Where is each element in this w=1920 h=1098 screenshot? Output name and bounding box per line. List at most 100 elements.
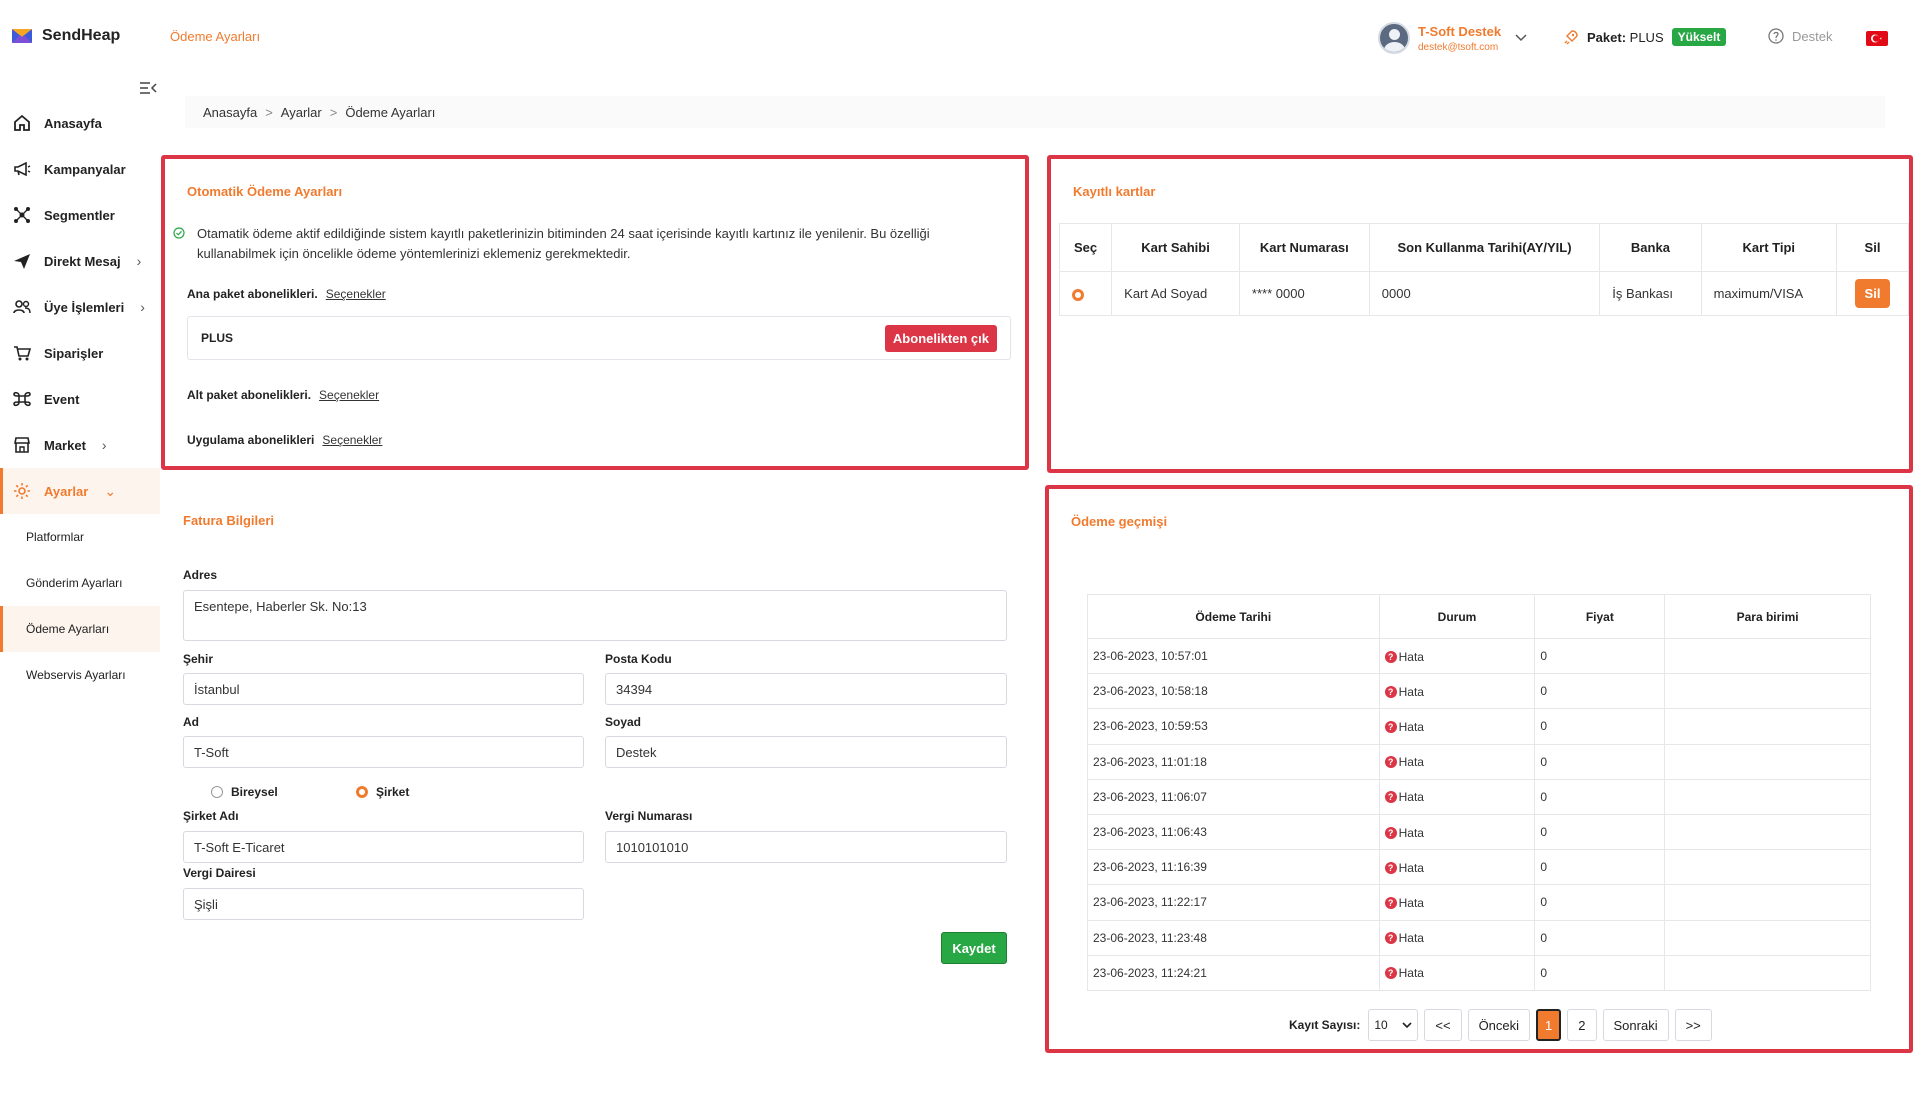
save-button[interactable]: Kaydet [941,932,1007,964]
table-header-row: Seç Kart Sahibi Kart Numarası Son Kullan… [1058,223,1910,272]
payment-price: 0 [1534,637,1666,675]
check-circle-icon [173,225,185,264]
sidebar-item-market[interactable]: Market › [0,422,160,468]
sidebar-item-anasayfa[interactable]: Anasayfa [0,100,160,146]
payment-date: 23-06-2023, 11:23:48 [1087,919,1380,956]
support-link[interactable]: Destek [1768,28,1832,44]
individual-radio-option[interactable]: Bireysel [211,785,278,799]
city-label: Şehir [183,652,214,666]
record-count-select[interactable]: 10 [1368,1009,1419,1041]
payment-currency [1664,849,1871,886]
network-icon [14,207,30,223]
address-label: Adres [183,568,218,582]
payment-status: ? Hata [1378,637,1536,675]
column-header: Son Kullanma Tarihi(AY/YIL) [1368,223,1601,272]
payment-price: 0 [1534,743,1666,780]
support-label: Destek [1792,28,1833,44]
sidebar-collapse-icon[interactable] [138,80,158,96]
tax-number-label: Vergi Numarası [605,809,693,823]
pagination: Kayıt Sayısı: 10 << Önceki 1 2 Sonraki >… [1289,1009,1712,1041]
user-menu[interactable]: T-Soft Destek destek@tsoft.com [1378,14,1544,62]
sidebar-item-label: Anasayfa [44,115,102,131]
table-row: 23-06-2023, 11:23:48? Hata 0 [1087,919,1871,956]
individual-radio[interactable] [211,786,223,798]
company-radio[interactable] [356,786,368,798]
error-icon: ? [1384,861,1397,874]
table-row: 23-06-2023, 10:59:53? Hata 0 [1087,708,1871,745]
unsubscribe-button[interactable]: Abonelikten çık [884,324,997,352]
name-field[interactable]: T-Soft [183,736,584,768]
sidebar-subitem-gonderim-ayarlari[interactable]: Gönderim Ayarları [0,560,160,606]
sidebar-subitem-label: Platformlar [26,530,85,544]
app-options-link[interactable]: Seçenekler [322,433,382,447]
payment-history-card: Ödeme geçmişi Ödeme Tarihi Durum Fiyat P… [1045,485,1913,1053]
chevron-right-icon: › [140,299,145,315]
payment-status-text: Hata [1398,649,1424,664]
sidebar-item-kampanyalar[interactable]: Kampanyalar [0,146,160,192]
language-flag-icon[interactable] [1866,31,1888,46]
first-page-button[interactable]: << [1424,1009,1462,1041]
payment-currency [1664,743,1871,780]
address-field[interactable]: Esentepe, Haberler Sk. No:13 [183,590,1007,641]
auto-payment-title: Otomatik Ödeme Ayarları [187,184,343,199]
sidebar: SendHeap Anasayfa Kampanyalar Segmentler… [0,0,160,1098]
sidebar-subitem-platformlar[interactable]: Platformlar [0,514,160,560]
sidebar-item-siparisler[interactable]: Siparişler [0,330,160,376]
card-expiry: 0000 [1368,271,1601,316]
postal-code-label: Posta Kodu [605,652,672,666]
sub-package-options-link[interactable]: Seçenekler [319,388,379,402]
error-icon: ? [1384,685,1397,698]
delete-card-button[interactable]: Sil [1854,279,1891,308]
tax-number-field[interactable]: 1010101010 [605,831,1007,863]
sidebar-subitem-odeme-ayarlari[interactable]: Ödeme Ayarları [0,606,160,652]
payment-date: 23-06-2023, 11:16:39 [1087,849,1380,886]
payment-status-text: Hata [1398,860,1424,875]
package-info: Paket: PLUS Yükselt [1563,28,1727,46]
app-subscriptions: Uygulama abonelikleri Seçenekler [187,433,382,447]
payment-history-table: Ödeme Tarihi Durum Fiyat Para birimi 23-… [1087,594,1871,991]
store-icon [14,437,30,453]
subscription-plan-row: PLUS Abonelikten çık [187,316,1011,360]
next-page-button[interactable]: Sonraki [1602,1009,1669,1041]
postal-code-field[interactable]: 34394 [605,673,1007,705]
app-logo[interactable]: SendHeap [12,27,120,45]
table-row: 23-06-2023, 11:06:07? Hata 0 [1087,778,1871,815]
previous-page-button[interactable]: Önceki [1467,1009,1531,1041]
name-label: Ad [183,715,199,729]
package-label: Paket: [1587,29,1627,45]
main-package-label: Ana paket abonelikleri. [187,287,318,301]
last-page-button[interactable]: >> [1674,1009,1712,1041]
main-package-options-link[interactable]: Seçenekler [326,287,386,301]
upgrade-button[interactable]: Yükselt [1671,28,1727,46]
sidebar-item-event[interactable]: Event [0,376,160,422]
payment-status-text: Hata [1398,895,1424,910]
sidebar-subitem-webservis-ayarlari[interactable]: Webservis Ayarları [0,652,160,698]
page-1-button[interactable]: 1 [1536,1009,1562,1041]
tax-office-field[interactable]: Şişli [183,888,584,920]
breadcrumb-home[interactable]: Anasayfa [203,105,257,120]
payment-currency [1664,673,1871,710]
surname-field[interactable]: Destek [605,736,1007,768]
sidebar-item-uye-islemleri[interactable]: Üye İşlemleri › [0,284,160,330]
error-icon: ? [1384,932,1397,945]
turkey-flag-icon [1871,34,1882,43]
paper-plane-icon [14,254,30,269]
column-header: Durum [1378,594,1536,639]
sidebar-item-ayarlar[interactable]: Ayarlar ⌄ [0,468,160,514]
payment-price: 0 [1534,708,1666,745]
payment-date: 23-06-2023, 11:24:21 [1087,954,1380,991]
sidebar-item-label: Segmentler [44,207,115,223]
breadcrumb-settings[interactable]: Ayarlar [281,105,322,120]
sidebar-item-direkt-mesaj[interactable]: Direkt Mesaj › [0,238,160,284]
sidebar-item-segmentler[interactable]: Segmentler [0,192,160,238]
company-radio-option[interactable]: Şirket [356,785,409,799]
table-row: 23-06-2023, 11:16:39? Hata 0 [1087,849,1871,886]
table-row: 23-06-2023, 11:24:21? Hata 0 [1087,954,1871,991]
card-select-radio[interactable] [1072,288,1084,301]
page-2-button[interactable]: 2 [1567,1009,1597,1041]
column-header: Kart Tipi [1700,223,1837,272]
city-field[interactable]: İstanbul [183,673,584,705]
payment-price: 0 [1534,884,1666,921]
record-count-label: Kayıt Sayısı: [1289,1018,1361,1032]
company-name-field[interactable]: T-Soft E-Ticaret [183,831,584,863]
